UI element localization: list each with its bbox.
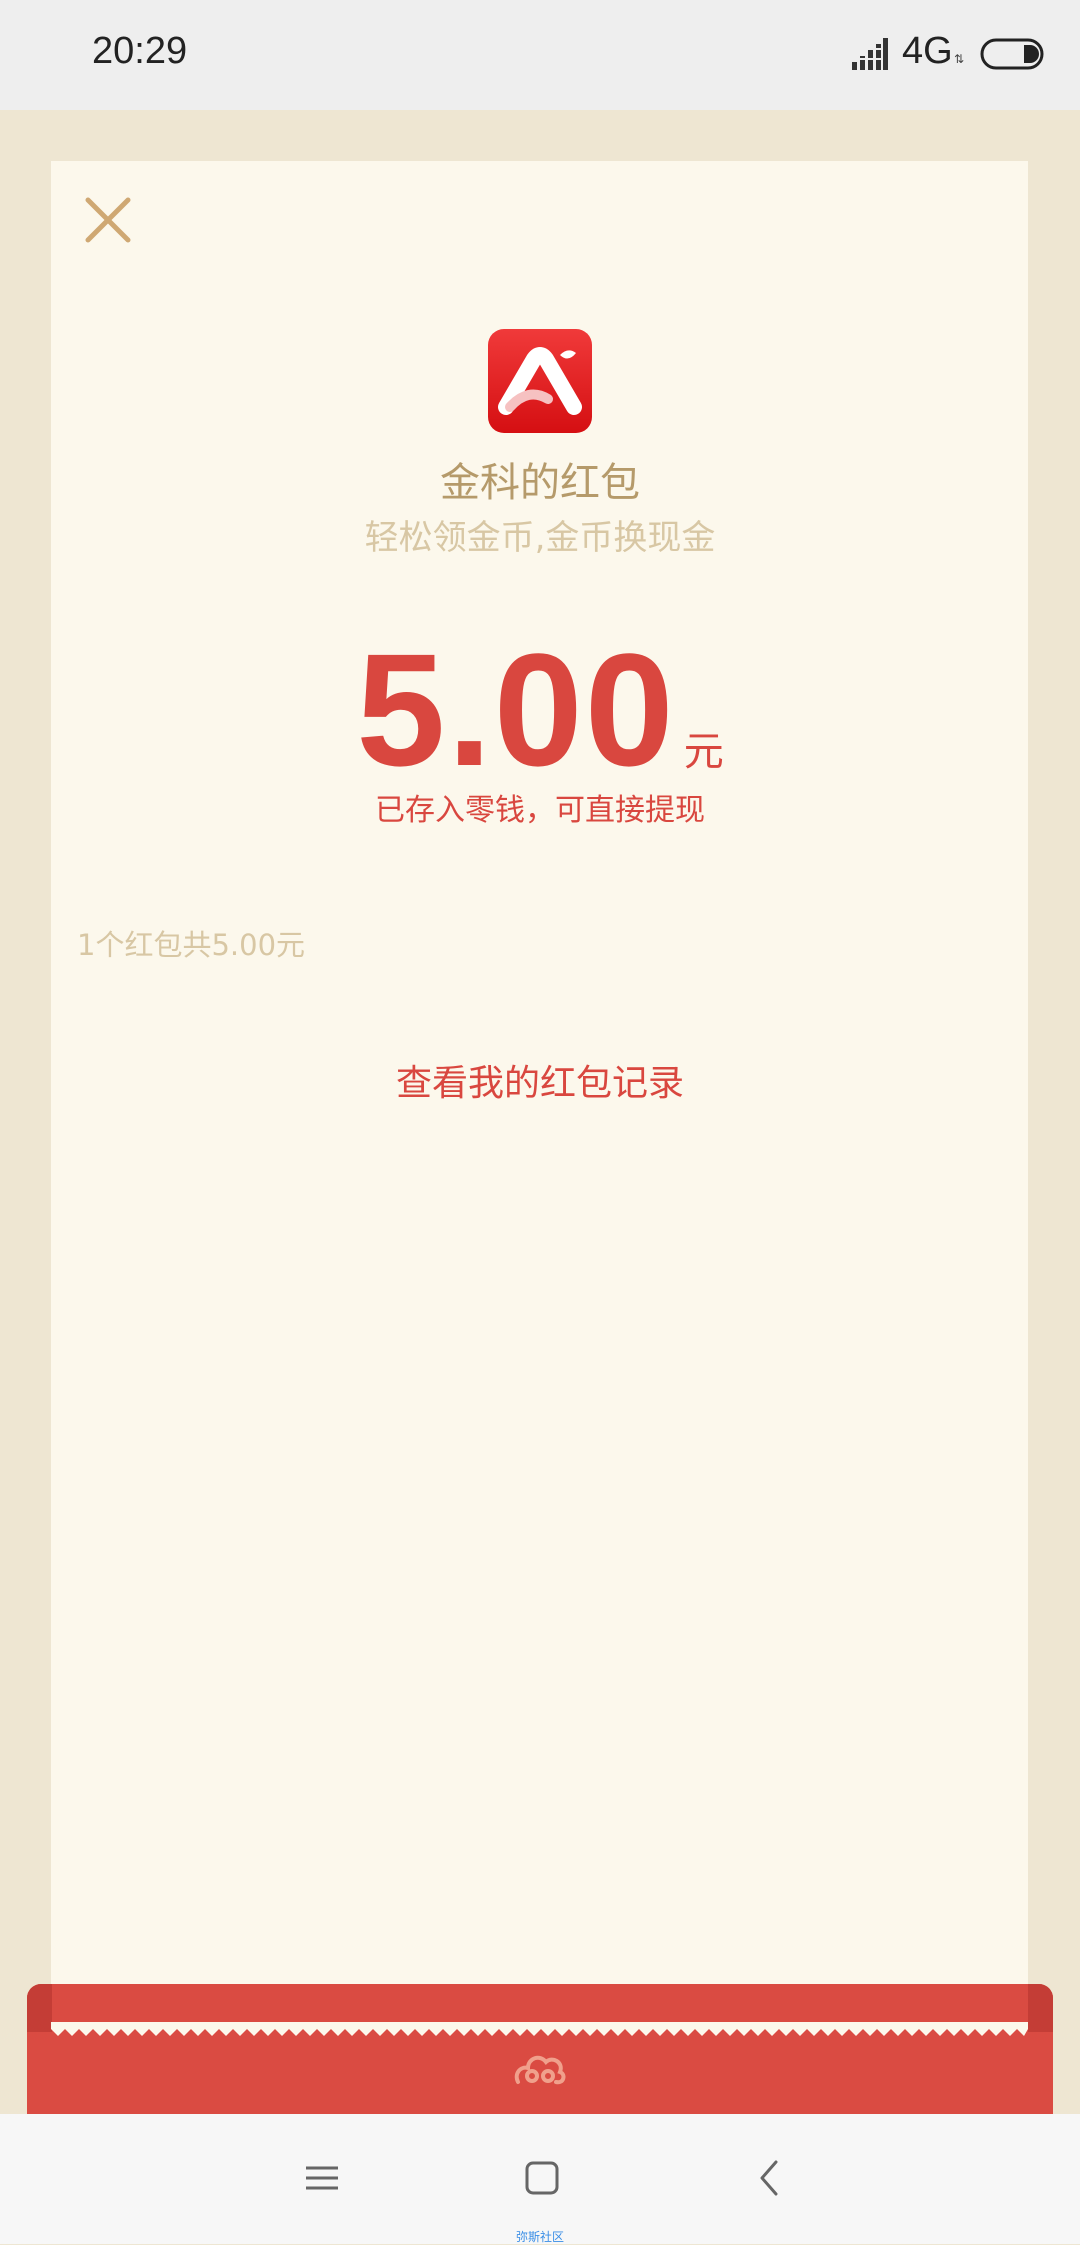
amount-note: 已存入零钱，可直接提现 — [375, 793, 705, 828]
close-icon[interactable] — [80, 192, 136, 248]
auspicious-cloud-icon — [514, 2055, 566, 2085]
envelope-flap-shade-right — [1028, 1984, 1053, 2032]
amount-value: 5.00 — [356, 620, 676, 799]
menu-icon[interactable] — [292, 2148, 352, 2208]
back-icon[interactable] — [740, 2148, 800, 2208]
envelope-flap-shade-left — [27, 1984, 52, 2032]
sender-subtitle: 轻松领金币,金币换现金 — [364, 518, 716, 558]
watermark-text: 弥斯社区 — [515, 2230, 564, 2244]
amount-unit: 元 — [683, 729, 724, 775]
amount-display: 5.00 元 — [0, 618, 1080, 802]
data-activity-icon: ⇅ — [954, 52, 965, 66]
signal-bars-icon — [852, 38, 888, 70]
home-icon[interactable] — [512, 2148, 572, 2208]
status-time: 20:29 — [92, 30, 188, 72]
battery-icon — [980, 38, 1044, 70]
view-records-link[interactable]: 查看我的红包记录 — [0, 1054, 1080, 1106]
app-logo-icon — [488, 329, 592, 433]
network-type-label: 4G — [902, 30, 953, 72]
sender-title: 金科的红包 — [440, 460, 640, 506]
envelope-bottom-flap — [27, 1984, 1053, 2114]
paper-tear-edge — [51, 2022, 1028, 2036]
envelope-summary: 1个红包共5.00元 — [77, 928, 306, 962]
